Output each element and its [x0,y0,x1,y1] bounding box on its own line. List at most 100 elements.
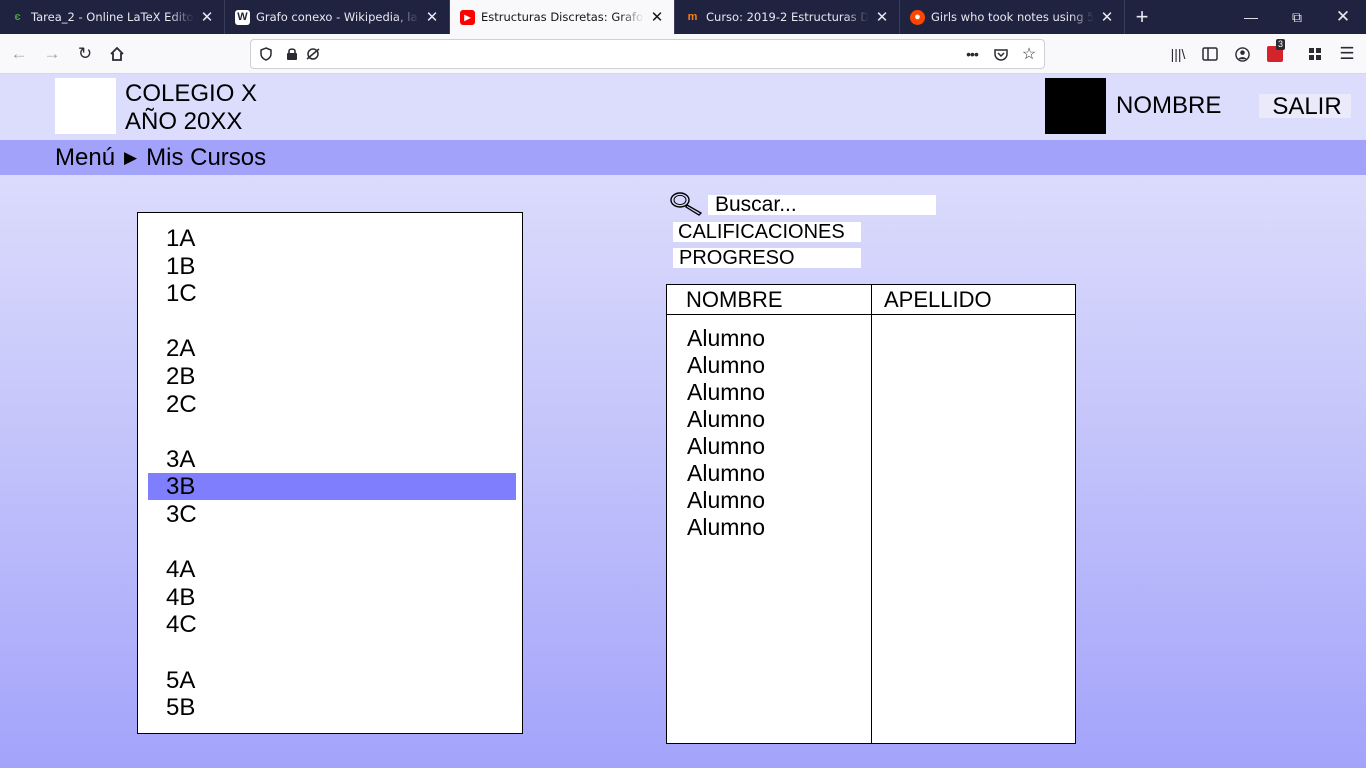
grades-button[interactable]: CALIFICACIONES [673,222,861,242]
search-input[interactable] [708,195,936,215]
account-button[interactable] [1228,40,1256,68]
back-button[interactable]: ← [5,40,33,68]
course-item[interactable]: 3A [148,446,516,473]
browser-tab[interactable]: ▶ Estructuras Discretas: Grafos especiale… [450,0,675,34]
close-tab-icon[interactable]: ✕ [1098,8,1116,26]
table-row[interactable]: Alumno [687,379,765,405]
browser-tab[interactable]: m Curso: 2019-2 Estructuras Discretas ✕ [675,0,900,34]
pocket-icon[interactable] [992,45,1010,63]
hamburger-icon: ☰ [1339,44,1355,63]
course-item[interactable]: 2C [148,391,516,418]
course-item[interactable]: 3B [148,473,516,501]
minimize-button[interactable]: — [1228,0,1274,34]
browser-tab[interactable]: ● Girls who took notes using 50 different… [900,0,1125,34]
breadcrumb-menu-link[interactable]: Menú [55,144,115,172]
puzzle-icon [1308,47,1321,60]
navigation-toolbar: ← → ↻ ••• ☆ |||\ 3 ☰ [0,34,1366,74]
tab-list: є Tarea_2 - Online LaTeX Editor Overleaf ✕… [0,0,1125,34]
browser-tab[interactable]: W Grafo conexo - Wikipedia, la encicloped… [225,0,450,34]
close-tab-icon[interactable]: ✕ [648,8,666,26]
restore-button[interactable]: ⧉ [1274,0,1320,34]
browser-tab-strip: є Tarea_2 - Online LaTeX Editor Overleaf ✕… [0,0,1366,34]
home-icon [110,46,124,61]
table-row[interactable]: Alumno [687,487,765,513]
breadcrumb-current: Mis Cursos [146,143,267,171]
course-item[interactable]: 4C [148,611,516,638]
course-item[interactable]: 4A [148,556,516,583]
tab-title: Girls who took notes using 50 different [931,10,1094,24]
account-icon [1234,46,1250,62]
school-info: COLEGIO X AÑO 20XX [125,80,257,136]
course-item[interactable]: 5B [148,694,516,721]
plus-icon: + [1135,4,1149,29]
course-list: 1A 1B 1C 2A 2B 2C 3A 3B 3C 4A 4B 4C 5A 5B [137,212,523,734]
breadcrumb: Menú ▶ Mis Cursos [0,140,1366,175]
close-window-button[interactable]: ✕ [1320,0,1366,34]
logout-button[interactable]: SALIR [1259,94,1351,120]
search-icon[interactable] [669,191,705,217]
column-header-last-name[interactable]: APELLIDO [884,287,992,313]
lock-icon[interactable] [283,45,301,63]
bookmark-star-icon[interactable]: ☆ [1020,45,1038,63]
page-content: COLEGIO X AÑO 20XX NOMBRE SALIR Menú ▶ M… [0,74,1366,768]
page-actions-icon[interactable]: ••• [963,45,981,63]
arrow-right-icon: → [43,44,61,63]
table-row[interactable]: Alumno [687,433,765,459]
new-tab-button[interactable]: + [1125,0,1159,34]
sidebar-button[interactable] [1196,40,1224,68]
site-header: COLEGIO X AÑO 20XX NOMBRE SALIR [0,74,1366,140]
extension-button[interactable]: 3 [1261,39,1289,68]
tab-title: Curso: 2019-2 Estructuras Discretas [706,10,869,24]
table-row[interactable]: Alumno [687,514,765,540]
moodle-icon: m [685,9,700,25]
course-item[interactable]: 3C [148,501,516,528]
school-logo [55,78,116,134]
header-divider [667,314,1075,315]
restore-icon: ⧉ [1292,8,1302,25]
arrow-left-icon: ← [10,44,28,63]
course-item[interactable]: 4B [148,584,516,611]
school-year: AÑO 20XX [125,108,243,135]
user-name: NOMBRE [1116,92,1222,119]
triangle-right-icon: ▶ [124,147,138,167]
wikipedia-icon: W [235,9,250,25]
avatar[interactable] [1045,78,1106,134]
shield-icon[interactable] [257,45,275,63]
column-header-first-name[interactable]: NOMBRE [686,287,783,313]
sidebar-icon [1202,47,1218,61]
overleaf-icon: є [14,11,21,23]
library-icon: |||\ [1170,46,1186,62]
tab-title: Estructuras Discretas: Grafos especiales [481,10,644,24]
youtube-icon: ▶ [460,9,475,25]
library-button[interactable]: |||\ [1164,40,1192,68]
app-menu-button[interactable]: ☰ [1333,40,1361,68]
reload-button[interactable]: ↻ [71,40,99,68]
close-tab-icon[interactable]: ✕ [198,8,216,26]
tab-title: Tarea_2 - Online LaTeX Editor Overleaf [31,10,194,24]
course-item[interactable]: 2A [148,335,516,362]
close-tab-icon[interactable]: ✕ [423,8,441,26]
extensions-menu-button[interactable] [1301,40,1329,68]
course-item[interactable]: 2B [148,363,516,390]
reload-icon: ↻ [77,44,93,63]
column-divider [871,285,872,743]
table-row[interactable]: Alumno [687,460,765,486]
browser-tab[interactable]: є Tarea_2 - Online LaTeX Editor Overleaf ✕ [0,0,225,34]
course-item[interactable]: 1C [148,280,516,307]
progress-button[interactable]: PROGRESO [673,248,861,268]
school-name: COLEGIO X [125,80,258,107]
close-icon: ✕ [1335,7,1351,26]
table-row[interactable]: Alumno [687,352,765,378]
close-tab-icon[interactable]: ✕ [873,8,891,26]
home-button[interactable] [103,40,131,68]
forward-button[interactable]: → [38,40,66,68]
course-item[interactable]: 1A [148,225,516,252]
table-row[interactable]: Alumno [687,325,765,351]
url-bar[interactable]: ••• ☆ [250,39,1045,69]
course-item[interactable]: 1B [148,253,516,280]
table-row[interactable]: Alumno [687,406,765,432]
reddit-icon: ● [910,9,925,25]
permissions-icon[interactable] [304,45,322,63]
tab-title: Grafo conexo - Wikipedia, la enciclopedi… [256,10,419,24]
course-item[interactable]: 5A [148,667,516,694]
